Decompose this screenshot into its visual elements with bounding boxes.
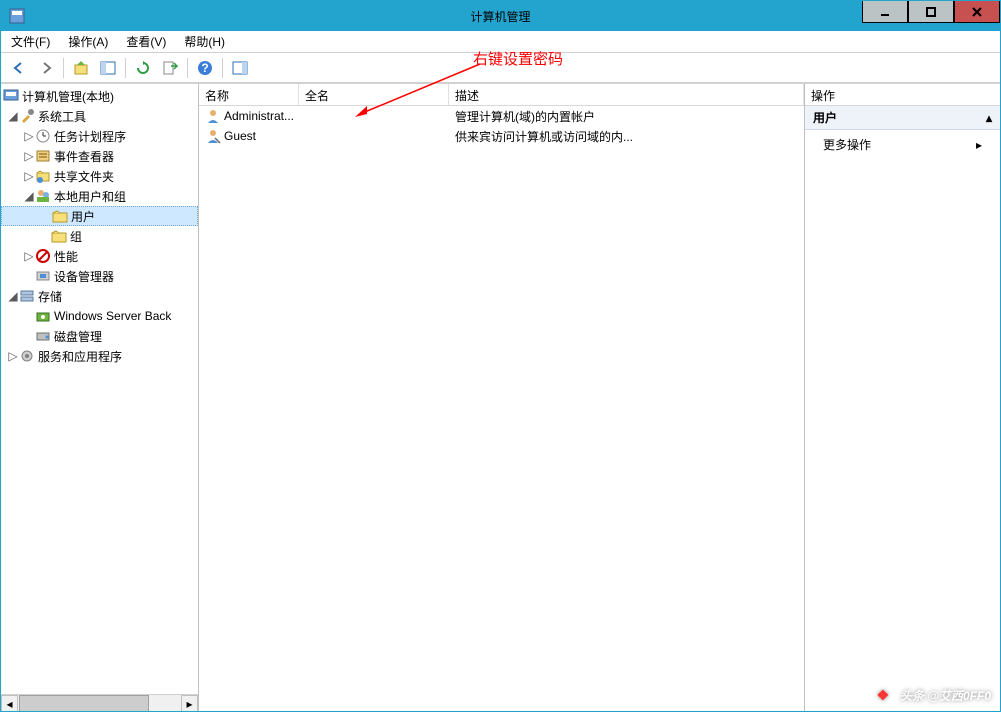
folder-icon	[52, 208, 68, 224]
folder-icon	[51, 228, 67, 244]
tree-shared-folders[interactable]: ▷共享文件夹	[1, 166, 198, 186]
col-description[interactable]: 描述	[449, 84, 804, 105]
collapse-section-icon[interactable]: ▴	[986, 111, 992, 125]
backup-icon	[35, 308, 51, 324]
close-button[interactable]	[954, 1, 1000, 23]
svg-text:?: ?	[201, 61, 208, 75]
tree-groups[interactable]: 组	[1, 226, 198, 246]
tree-disk-management[interactable]: 磁盘管理	[1, 326, 198, 346]
tree-performance[interactable]: ▷性能	[1, 246, 198, 266]
tree-pane: 计算机管理(本地) ◢系统工具 ▷任务计划程序 ▷事件查看器 ▷共享文件夹 ◢本…	[1, 84, 199, 711]
users-groups-icon	[35, 188, 51, 204]
tree-event-viewer[interactable]: ▷事件查看器	[1, 146, 198, 166]
services-icon	[19, 348, 35, 364]
actions-section[interactable]: 用户 ▴	[805, 106, 1000, 130]
list-body[interactable]: Administrat... 管理计算机(域)的内置帐户 Guest 供来宾访问…	[199, 106, 804, 711]
col-fullname[interactable]: 全名	[299, 84, 449, 105]
watermark: ❖ 头条 @艾西0FF0	[872, 684, 991, 706]
clock-icon	[35, 128, 51, 144]
actions-header: 操作	[805, 84, 1000, 106]
menu-help[interactable]: 帮助(H)	[180, 31, 229, 52]
actions-pane-button[interactable]	[228, 56, 252, 80]
user-disabled-icon	[205, 128, 221, 144]
minimize-button[interactable]	[862, 1, 908, 23]
refresh-button[interactable]	[131, 56, 155, 80]
tree-task-scheduler[interactable]: ▷任务计划程序	[1, 126, 198, 146]
menu-view[interactable]: 查看(V)	[122, 31, 170, 52]
tree-device-manager[interactable]: 设备管理器	[1, 266, 198, 286]
app-icon	[9, 8, 25, 24]
tree-local-users-groups[interactable]: ◢本地用户和组	[1, 186, 198, 206]
maximize-button[interactable]	[908, 1, 954, 23]
list-header: 名称 全名 描述	[199, 84, 804, 106]
forward-button[interactable]	[34, 56, 58, 80]
expand-icon[interactable]: ▷	[23, 249, 35, 263]
disk-icon	[35, 328, 51, 344]
actions-pane: 操作 用户 ▴ 更多操作 ▸	[805, 84, 1000, 711]
collapse-icon[interactable]: ◢	[7, 109, 19, 123]
tree-services-apps[interactable]: ▷服务和应用程序	[1, 346, 198, 366]
expand-icon[interactable]: ▷	[23, 129, 35, 143]
menu-file[interactable]: 文件(F)	[7, 31, 54, 52]
tree-scrollbar[interactable]: ◂ ▸	[1, 694, 198, 711]
body: 计算机管理(本地) ◢系统工具 ▷任务计划程序 ▷事件查看器 ▷共享文件夹 ◢本…	[1, 83, 1000, 711]
storage-icon	[19, 288, 35, 304]
submenu-arrow-icon: ▸	[976, 138, 982, 152]
list-pane: 名称 全名 描述 Administrat... 管理计算机(域)的内置帐户 Gu…	[199, 84, 805, 711]
expand-icon[interactable]: ▷	[7, 349, 19, 363]
menu-action[interactable]: 操作(A)	[64, 31, 112, 52]
help-button[interactable]: ?	[193, 56, 217, 80]
shared-folder-icon	[35, 168, 51, 184]
window: 计算机管理 文件(F) 操作(A) 查看(V) 帮助(H) ? 计算机管理(本地…	[0, 0, 1001, 712]
scroll-thumb[interactable]	[19, 695, 149, 711]
tools-icon	[19, 108, 35, 124]
expand-icon[interactable]: ▷	[23, 149, 35, 163]
device-manager-icon	[35, 268, 51, 284]
tree[interactable]: 计算机管理(本地) ◢系统工具 ▷任务计划程序 ▷事件查看器 ▷共享文件夹 ◢本…	[1, 84, 198, 694]
actions-more[interactable]: 更多操作 ▸	[805, 130, 1000, 159]
list-row[interactable]: Administrat... 管理计算机(域)的内置帐户	[199, 106, 804, 126]
back-button[interactable]	[7, 56, 31, 80]
list-row[interactable]: Guest 供来宾访问计算机或访问域的内...	[199, 126, 804, 146]
collapse-icon[interactable]: ◢	[23, 189, 35, 203]
tree-system-tools[interactable]: ◢系统工具	[1, 106, 198, 126]
watermark-logo-icon: ❖	[872, 684, 894, 706]
window-title: 计算机管理	[470, 8, 530, 25]
tree-users[interactable]: 用户	[1, 206, 198, 226]
collapse-icon[interactable]: ◢	[7, 289, 19, 303]
export-button[interactable]	[158, 56, 182, 80]
user-icon	[205, 108, 221, 124]
tree-root[interactable]: 计算机管理(本地)	[1, 86, 198, 106]
show-hide-tree-button[interactable]	[96, 56, 120, 80]
scroll-left-icon[interactable]: ◂	[1, 695, 18, 711]
col-name[interactable]: 名称	[199, 84, 299, 105]
computer-mgmt-icon	[3, 88, 19, 104]
tree-windows-server-backup[interactable]: Windows Server Back	[1, 306, 198, 326]
up-button[interactable]	[69, 56, 93, 80]
expand-icon[interactable]: ▷	[23, 169, 35, 183]
performance-icon	[35, 248, 51, 264]
event-viewer-icon	[35, 148, 51, 164]
annotation-text: 右键设置密码	[473, 48, 563, 69]
titlebar: 计算机管理	[1, 1, 1000, 31]
tree-storage[interactable]: ◢存储	[1, 286, 198, 306]
scroll-right-icon[interactable]: ▸	[181, 695, 198, 711]
